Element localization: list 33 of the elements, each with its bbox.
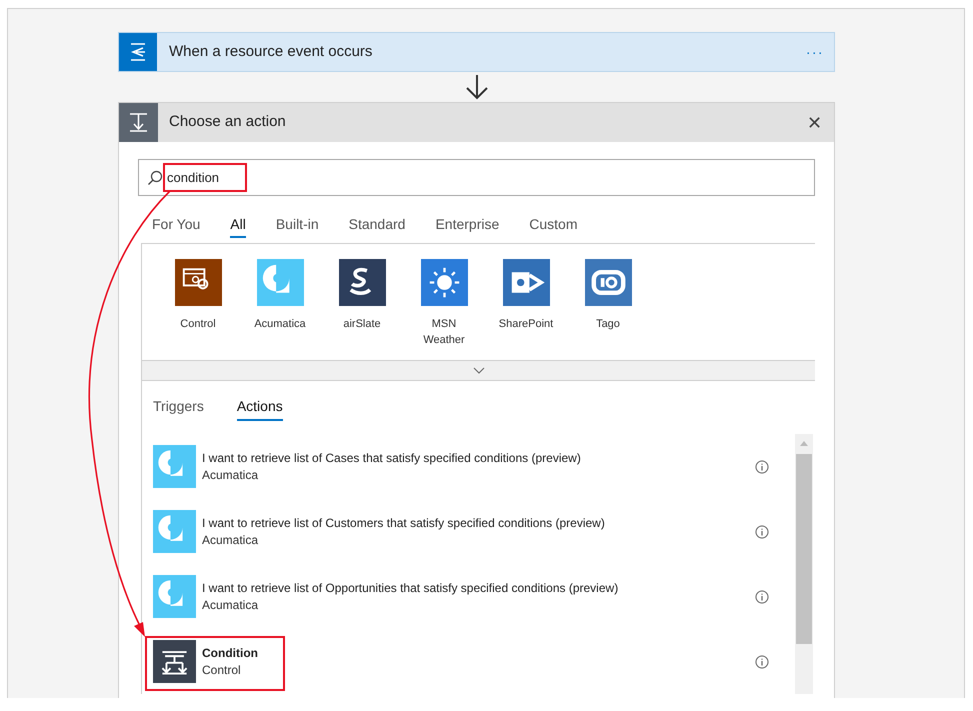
connector-name: SharePoint xyxy=(498,317,554,332)
action-item[interactable]: I want to retrieve list of Cases that satisfy specified conditions (preview) Acumatica xyxy=(153,434,777,499)
connector-name: Tago xyxy=(595,317,621,332)
connector-name: Acumatica xyxy=(202,532,260,548)
action-item[interactable]: I want to retrieve list of Opportunities that satisfy specified conditions (preview) Acumatica xyxy=(153,564,777,629)
category-tab[interactable]: All xyxy=(230,214,246,238)
connector-name: airSlate xyxy=(342,317,382,332)
result-tab[interactable]: Triggers xyxy=(153,397,204,421)
more-options-button[interactable]: ··· xyxy=(806,42,824,62)
connector-name: Control xyxy=(179,317,217,332)
connector-name: Acumatica xyxy=(253,317,307,332)
connector-name: Acumatica xyxy=(202,466,260,484)
close-button[interactable]: ✕ xyxy=(807,114,822,132)
connector-name: MSN Weather xyxy=(422,317,466,348)
action-title: I want to retrieve list of Opportunities that satisfy specified conditions (preview) xyxy=(202,580,620,596)
action-item[interactable]: Condition Control xyxy=(153,629,777,694)
connector-name: Acumatica xyxy=(202,596,260,614)
trigger-card[interactable]: When a resource event occurs ··· xyxy=(118,32,835,72)
search-input: condition xyxy=(167,168,767,188)
result-tab[interactable]: Actions xyxy=(236,397,283,421)
category-tab[interactable]: Built-in xyxy=(276,214,319,238)
category-tab[interactable]: For You xyxy=(152,214,200,238)
action-card-title: Choose an action xyxy=(169,112,287,132)
action-title: Condition xyxy=(202,644,259,662)
category-tab[interactable]: Standard xyxy=(348,214,406,238)
connector-name: Control xyxy=(202,662,242,678)
search-field[interactable]: condition xyxy=(138,159,815,196)
category-tab[interactable]: Enterprise xyxy=(435,214,500,238)
trigger-title: When a resource event occurs xyxy=(169,42,374,62)
action-item[interactable]: I want to retrieve list of Customers that satisfy specified conditions (preview) Acumatica xyxy=(153,499,777,564)
category-tab[interactable]: Custom xyxy=(529,214,578,238)
action-title: I want to retrieve list of Cases that satisfy specified conditions (preview) xyxy=(202,450,582,466)
action-title: I want to retrieve list of Customers that satisfy specified conditions (preview) xyxy=(202,514,606,532)
